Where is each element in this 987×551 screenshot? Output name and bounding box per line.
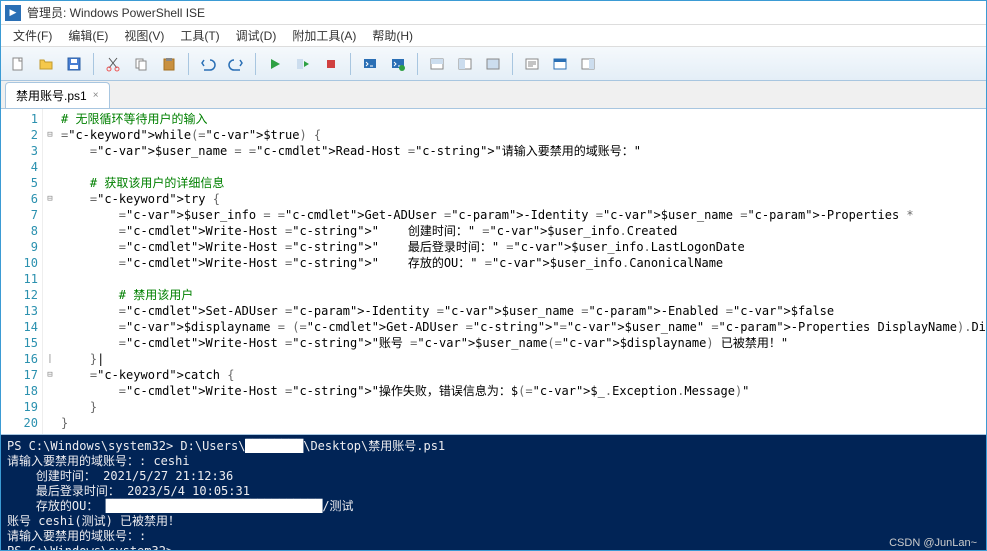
fold-gutter: ⊟⊟|⊟ — [43, 109, 57, 434]
toolbar-separator — [512, 53, 513, 75]
copy-icon[interactable] — [128, 51, 154, 77]
save-icon[interactable] — [61, 51, 87, 77]
titlebar: ▶ 管理员: Windows PowerShell ISE — [1, 1, 986, 25]
toolbar-separator — [350, 53, 351, 75]
layout-pane2-icon[interactable] — [452, 51, 478, 77]
cut-icon[interactable] — [100, 51, 126, 77]
paste-icon[interactable] — [156, 51, 182, 77]
toolbar-separator — [255, 53, 256, 75]
stop-icon[interactable] — [318, 51, 344, 77]
menu-file[interactable]: 文件(F) — [5, 25, 60, 46]
console-pane[interactable]: PS C:\Windows\system32> D:\Users\███████… — [1, 435, 986, 550]
code-area[interactable]: # 无限循环等待用户的输入="c-keyword">while(="c-var"… — [57, 109, 986, 434]
menu-view[interactable]: 视图(V) — [116, 25, 172, 46]
window-title: 管理员: Windows PowerShell ISE — [27, 4, 205, 21]
editor-pane[interactable]: 1234567891011121314151617181920 ⊟⊟|⊟ # 无… — [1, 109, 986, 435]
toolbar — [1, 47, 986, 81]
toolbar-separator — [417, 53, 418, 75]
menu-debug[interactable]: 调试(D) — [228, 25, 285, 46]
new-file-icon[interactable] — [5, 51, 31, 77]
close-icon[interactable]: × — [93, 90, 99, 101]
run-selection-icon[interactable] — [290, 51, 316, 77]
menu-addons[interactable]: 附加工具(A) — [284, 25, 364, 46]
menu-tools[interactable]: 工具(T) — [172, 25, 227, 46]
run-icon[interactable] — [262, 51, 288, 77]
toolbar-separator — [188, 53, 189, 75]
tabbar: 禁用账号.ps1 × — [1, 81, 986, 109]
start-powershell-icon[interactable] — [385, 51, 411, 77]
show-script-pane-icon[interactable] — [519, 51, 545, 77]
open-folder-icon[interactable] — [33, 51, 59, 77]
show-command-icon[interactable] — [547, 51, 573, 77]
tab-script[interactable]: 禁用账号.ps1 × — [5, 82, 110, 108]
show-toolbox-icon[interactable] — [575, 51, 601, 77]
watermark: CSDN @JunLan~ — [889, 537, 977, 549]
undo-icon[interactable] — [195, 51, 221, 77]
menubar: 文件(F) 编辑(E) 视图(V) 工具(T) 调试(D) 附加工具(A) 帮助… — [1, 25, 986, 47]
tab-label: 禁用账号.ps1 — [16, 87, 87, 104]
app-icon: ▶ — [5, 5, 21, 21]
toolbar-separator — [93, 53, 94, 75]
layout-pane1-icon[interactable] — [424, 51, 450, 77]
layout-pane3-icon[interactable] — [480, 51, 506, 77]
remote-powershell-icon[interactable] — [357, 51, 383, 77]
menu-help[interactable]: 帮助(H) — [364, 25, 421, 46]
line-numbers-gutter: 1234567891011121314151617181920 — [1, 109, 43, 434]
menu-edit[interactable]: 编辑(E) — [60, 25, 116, 46]
redo-icon[interactable] — [223, 51, 249, 77]
